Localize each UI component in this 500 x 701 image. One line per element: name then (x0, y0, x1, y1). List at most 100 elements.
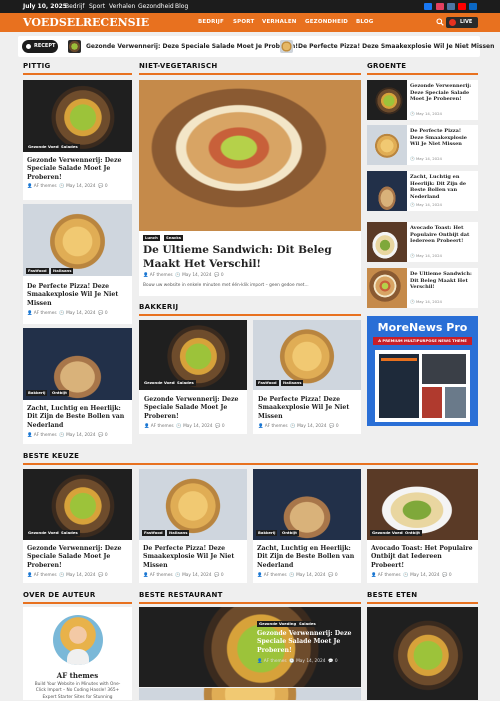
meta-author[interactable]: AF themes (34, 433, 57, 438)
author-name[interactable]: AF themes (23, 671, 132, 680)
author-avatar[interactable] (53, 615, 103, 665)
sidebar-article[interactable]: De Perfecte Pizza! Deze Smaakexplosie Wi… (367, 125, 478, 165)
meta-author[interactable]: AF themes (264, 659, 287, 664)
category-tag[interactable]: Bakkerij (26, 390, 48, 396)
sidebar-article[interactable]: Gezonde Verwennerij: Deze Speciale Salad… (367, 80, 478, 120)
category-tag[interactable]: Ontbijt (403, 530, 422, 536)
menu-blog[interactable]: BLOG (356, 13, 374, 32)
article-card[interactable]: Bakkerij Ontbijt Zacht, Luchtig en Heerl… (23, 328, 132, 444)
meta-comments[interactable]: 0 (449, 573, 452, 578)
article-title[interactable]: De Perfecte Pizza! Deze Smaakexplosie Wi… (143, 545, 245, 570)
category-tag[interactable]: Salades (59, 530, 80, 536)
meta-comments[interactable]: 0 (105, 311, 108, 316)
article-title[interactable]: Gezonde Verwennerij: Deze Speciale Salad… (257, 630, 357, 655)
sidebar-thumb[interactable] (367, 268, 407, 308)
menu-gezondheid[interactable]: GEZONDHEID (305, 13, 348, 32)
category-tag[interactable]: Fastfood (142, 530, 165, 536)
facebook-icon[interactable] (424, 3, 432, 10)
sidebar-article[interactable]: Zacht, Luchtig en Heerlijk: Dit Zijn de … (367, 171, 478, 211)
category-tag[interactable]: Salades (297, 621, 318, 627)
vk-icon[interactable] (447, 3, 455, 10)
sidebar-article-title[interactable]: De Ultieme Sandwich: Dit Beleg Maakt Het… (410, 271, 476, 291)
category-tag[interactable]: Fastfood (256, 380, 279, 386)
beste-eten-article[interactable] (367, 607, 478, 700)
meta-author[interactable]: AF themes (264, 573, 287, 578)
meta-author[interactable]: AF themes (150, 573, 173, 578)
meta-comments[interactable]: 0 (105, 433, 108, 438)
article-card[interactable]: Gezonde Voeding Salades Gezonde Verwenne… (139, 320, 247, 434)
article-card[interactable]: Fastfood Italiaans De Perfecte Pizza! De… (139, 469, 247, 583)
article-image[interactable] (23, 80, 132, 152)
meta-comments[interactable]: 0 (221, 573, 224, 578)
category-tag[interactable]: Ontbijt (50, 390, 69, 396)
meta-author[interactable]: AF themes (378, 573, 401, 578)
instagram-icon[interactable] (436, 3, 444, 10)
ticker-thumb[interactable] (280, 40, 293, 53)
sidebar-article-title[interactable]: Gezonde Verwennerij: Deze Speciale Salad… (410, 83, 476, 103)
article-image[interactable] (367, 607, 478, 700)
category-tag[interactable]: Salades (175, 380, 196, 386)
category-tag[interactable]: Snacks (164, 235, 184, 241)
meta-author[interactable]: AF themes (34, 311, 57, 316)
article-title[interactable]: Avocado Toast: Het Populaire Ontbijt dat… (371, 545, 475, 570)
category-tag[interactable]: Italiaans (281, 380, 304, 386)
article-card[interactable]: Gezonde Voeding Salades Gezonde Verwenne… (23, 469, 132, 583)
sidebar-thumb[interactable] (367, 125, 407, 165)
ticker-item[interactable]: Gezonde Verwennerij: Deze Speciale Salad… (86, 43, 298, 51)
search-icon[interactable] (436, 18, 444, 26)
article-title[interactable]: Gezonde Verwennerij: Deze Speciale Salad… (27, 157, 129, 182)
category-tag[interactable]: Ontbijt (280, 530, 299, 536)
category-tag[interactable]: Salades (59, 144, 80, 150)
sidebar-article-title[interactable]: Zacht, Luchtig en Heerlijk: Dit Zijn de … (410, 174, 476, 200)
sidebar-thumb[interactable] (367, 222, 407, 262)
youtube-icon[interactable] (458, 3, 466, 10)
article-title[interactable]: Zacht, Luchtig en Heerlijk: Dit Zijn de … (27, 405, 131, 430)
category-tag[interactable]: Fastfood (26, 268, 49, 274)
category-tag[interactable]: Italiaans (51, 268, 74, 274)
article-title[interactable]: Zacht, Luchtig en Heerlijk: Dit Zijn de … (257, 545, 360, 570)
meta-author[interactable]: AF themes (34, 573, 57, 578)
live-button[interactable]: LIVE (446, 17, 478, 28)
restaurant-article[interactable]: Gezonde Voeding Salades Gezonde Verwenne… (139, 607, 361, 687)
linkedin-icon[interactable] (469, 3, 477, 10)
featured-title[interactable]: De Ultieme Sandwich: Dit Beleg Maakt Het… (143, 244, 357, 271)
menu-sport[interactable]: SPORT (233, 13, 254, 32)
sidebar-article[interactable]: De Ultieme Sandwich: Dit Beleg Maakt Het… (367, 268, 478, 308)
morenews-pro-ad[interactable]: MoreNews Pro A PREMIUM MULTIPURPOSE NEWS… (367, 316, 478, 426)
meta-comments[interactable]: 0 (105, 573, 108, 578)
article-title[interactable]: De Perfecte Pizza! Deze Smaakexplosie Wi… (27, 283, 129, 308)
topnav-bedrijf[interactable]: Bedrijf (65, 0, 85, 13)
meta-author[interactable]: AF themes (265, 424, 288, 429)
article-card[interactable]: Gezonde Voeding Salades Gezonde Verwenne… (23, 80, 132, 200)
article-card[interactable]: Fastfood Italiaans De Perfecte Pizza! De… (23, 204, 132, 324)
category-tag[interactable]: Gezonde Voeding (257, 621, 299, 627)
article-card[interactable] (139, 688, 361, 700)
sidebar-article-title[interactable]: Avocado Toast: Het Populaire Ontbijt dat… (410, 225, 476, 245)
meta-author[interactable]: AF themes (34, 184, 57, 189)
topnav-sport[interactable]: Sport (89, 0, 105, 13)
category-tag[interactable]: Lunch (143, 235, 160, 241)
featured-article[interactable]: Lunch Snacks De Ultieme Sandwich: Dit Be… (139, 80, 361, 296)
article-title[interactable]: De Perfecte Pizza! Deze Smaakexplosie Wi… (258, 396, 358, 421)
article-card[interactable]: Bakkerij Ontbijt Zacht, Luchtig en Heerl… (253, 469, 361, 583)
article-image[interactable] (23, 204, 132, 276)
sidebar-article[interactable]: Avocado Toast: Het Populaire Ontbijt dat… (367, 222, 478, 262)
featured-image[interactable] (139, 80, 361, 231)
meta-comments[interactable]: 0 (221, 273, 224, 278)
meta-comments[interactable]: 0 (105, 184, 108, 189)
meta-comments[interactable]: 0 (336, 424, 339, 429)
topnav-gezondheid[interactable]: Gezondheid (138, 0, 174, 13)
sidebar-thumb[interactable] (367, 171, 407, 211)
meta-comments[interactable]: 0 (335, 659, 338, 664)
meta-comments[interactable]: 0 (335, 573, 338, 578)
ticker-item[interactable]: De Perfecte Pizza! Deze Smaakexplosie Wi… (298, 43, 494, 51)
article-image[interactable] (139, 688, 361, 700)
menu-verhalen[interactable]: VERHALEN (262, 13, 297, 32)
ticker-thumb[interactable] (68, 40, 81, 53)
article-card[interactable]: Gezonde Voeding Ontbijt Avocado Toast: H… (367, 469, 478, 583)
menu-bedrijf[interactable]: BEDRIJF (198, 13, 224, 32)
article-title[interactable]: Gezonde Verwennerij: Deze Speciale Salad… (144, 396, 244, 421)
article-title[interactable]: Gezonde Verwennerij: Deze Speciale Salad… (27, 545, 130, 570)
meta-comments[interactable]: 0 (222, 424, 225, 429)
site-logo[interactable]: VOEDSELRECENSIE (23, 15, 149, 30)
